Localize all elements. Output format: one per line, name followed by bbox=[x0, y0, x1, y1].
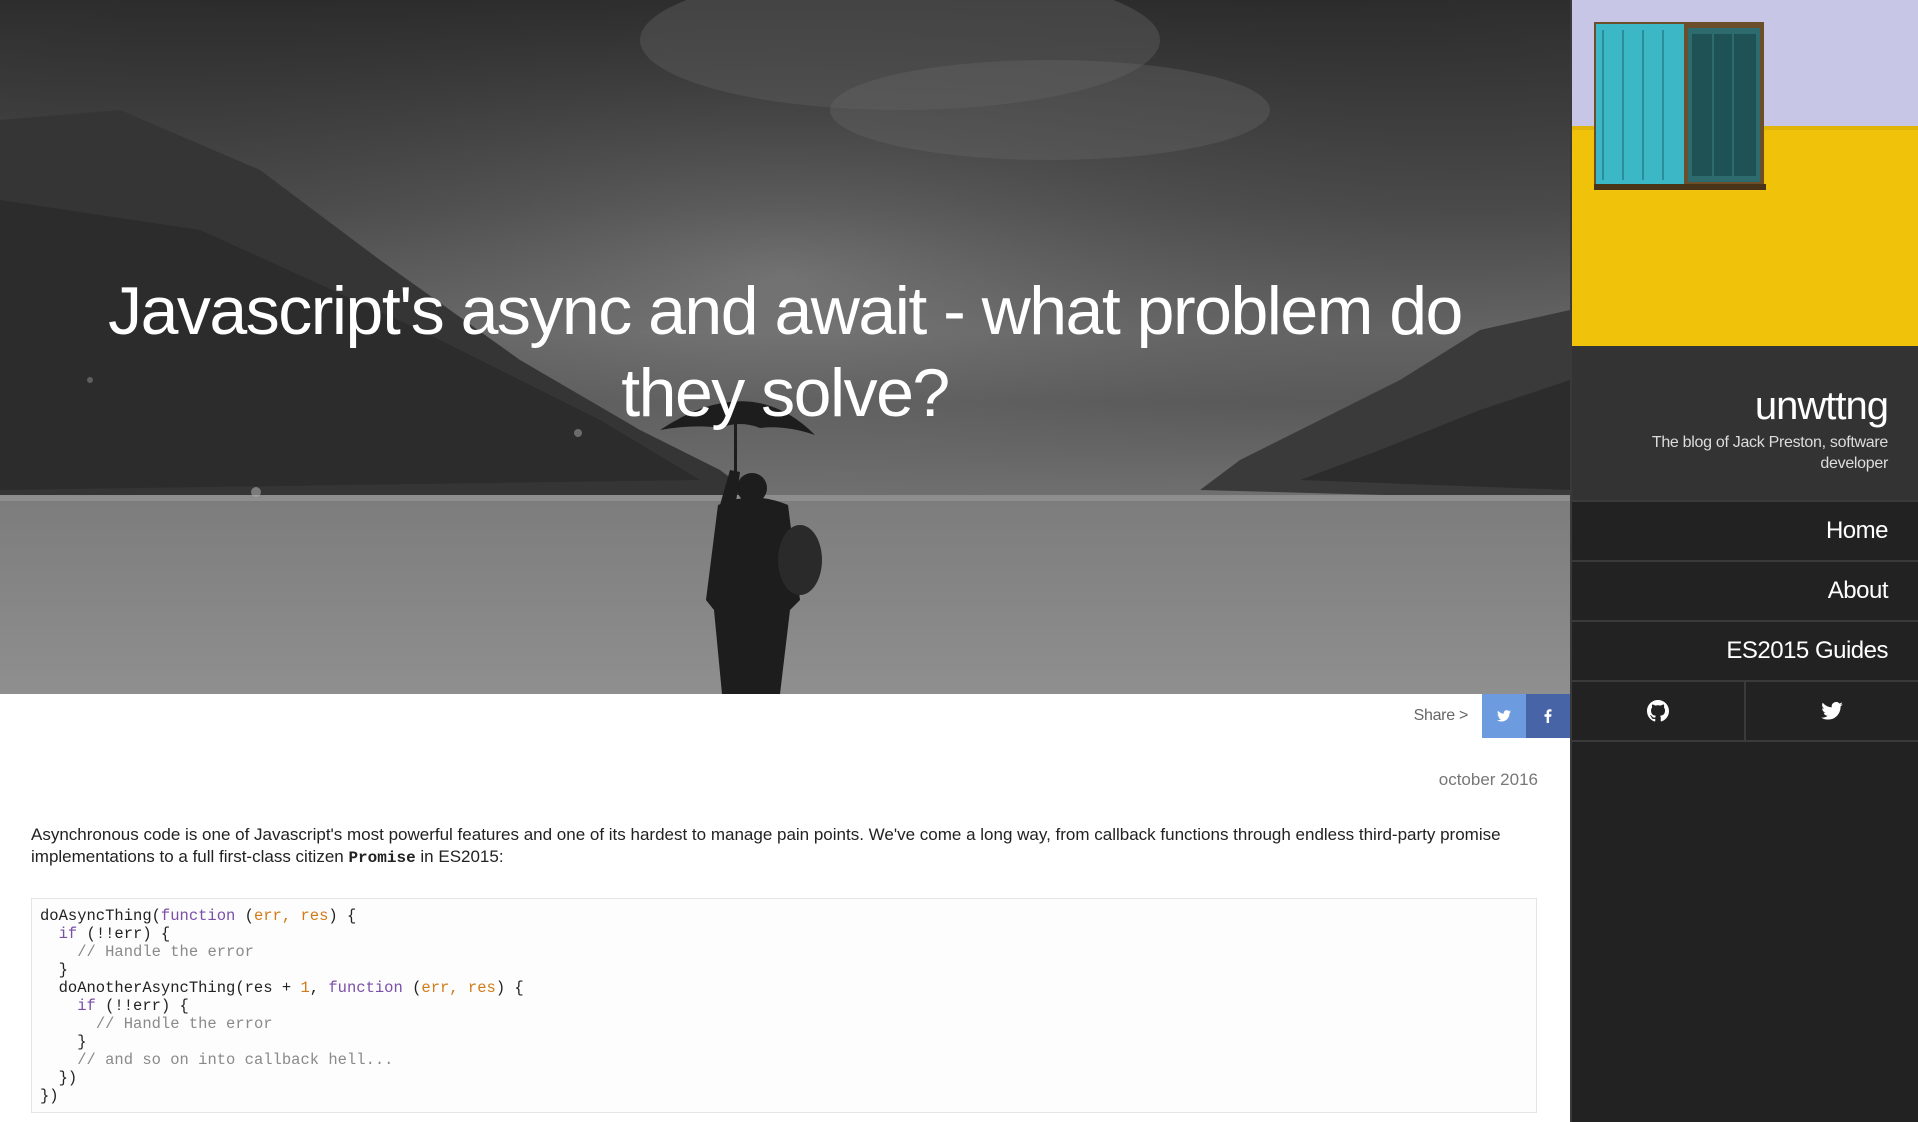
intro-text-end: in ES2015: bbox=[415, 847, 504, 866]
twitter-icon bbox=[1821, 702, 1843, 720]
sidebar-header-image bbox=[1572, 0, 1918, 346]
code-line: }) bbox=[58, 1069, 78, 1087]
code-block: doAsyncThing(function (err, res) { if (!… bbox=[31, 898, 1537, 1113]
code-line: // Handle the error bbox=[77, 943, 254, 961]
code-line: }) bbox=[40, 1087, 59, 1105]
nav-item-about[interactable]: About bbox=[1572, 560, 1918, 620]
share-facebook-button[interactable] bbox=[1526, 694, 1570, 738]
code-line: if (!!err) { bbox=[58, 925, 171, 943]
social-links bbox=[1572, 680, 1918, 742]
nav-item-es2015-guides[interactable]: ES2015 Guides bbox=[1572, 620, 1918, 680]
code-line: } bbox=[77, 1033, 87, 1051]
code-line: } bbox=[58, 961, 68, 979]
share-twitter-button[interactable] bbox=[1482, 694, 1526, 738]
hero-banner: Javascript's async and await - what prob… bbox=[0, 0, 1570, 694]
post-date: october 2016 bbox=[1438, 770, 1538, 789]
share-label: Share > bbox=[1413, 707, 1469, 724]
sidebar: unwttng The blog of Jack Preston, softwa… bbox=[1570, 0, 1918, 1122]
twitter-link[interactable] bbox=[1744, 682, 1918, 740]
brand-name[interactable]: unwttng bbox=[1572, 384, 1889, 428]
nav-item-home[interactable]: Home bbox=[1572, 500, 1918, 560]
brand-tagline: The blog of Jack Preston, software devel… bbox=[1651, 434, 1888, 472]
inline-code-promise: Promise bbox=[348, 849, 416, 867]
github-icon bbox=[1647, 700, 1669, 722]
sidebar-brand: unwttng The blog of Jack Preston, softwa… bbox=[1572, 346, 1918, 500]
share-bar: Share > bbox=[1414, 694, 1570, 738]
sidebar-nav: Home About ES2015 Guides bbox=[1572, 500, 1918, 742]
code-line: doAnotherAsyncThing(res + 1, function (e… bbox=[40, 979, 524, 997]
main-content: Javascript's async and await - what prob… bbox=[0, 0, 1570, 1122]
window-shutter-image bbox=[1572, 0, 1918, 346]
code-line: if (!!err) { bbox=[77, 997, 189, 1015]
page: Javascript's async and await - what prob… bbox=[0, 0, 1918, 1122]
facebook-icon bbox=[1544, 709, 1552, 723]
twitter-icon bbox=[1497, 710, 1511, 722]
code-line: // and so on into callback hell... bbox=[77, 1051, 394, 1069]
intro-text: Asynchronous code is one of Javascript's… bbox=[31, 825, 1501, 866]
post-title: Javascript's async and await - what prob… bbox=[108, 273, 1463, 431]
github-link[interactable] bbox=[1572, 682, 1744, 740]
post-intro: Asynchronous code is one of Javascript's… bbox=[31, 824, 1541, 869]
code-line: // Handle the error bbox=[95, 1015, 273, 1033]
code-line: doAsyncThing(function (err, res) { bbox=[40, 907, 357, 925]
